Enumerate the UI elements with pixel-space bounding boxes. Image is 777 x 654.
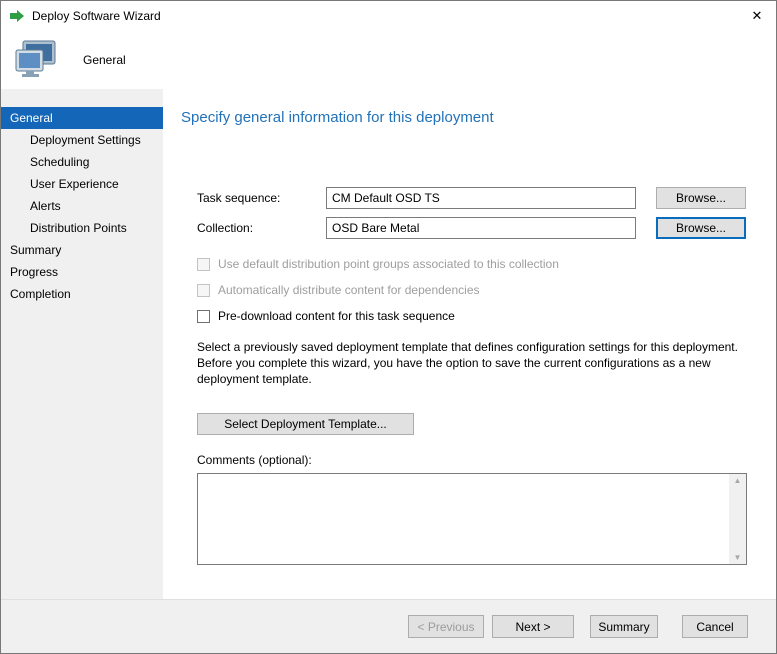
sidebar-item-completion[interactable]: Completion — [1, 283, 163, 305]
close-icon[interactable]: ✕ — [738, 1, 776, 31]
predownload-label: Pre-download content for this task seque… — [218, 309, 455, 323]
collection-row: Collection: Browse... — [197, 217, 746, 239]
sidebar-item-user-experience[interactable]: User Experience — [1, 173, 163, 195]
task-sequence-browse-button[interactable]: Browse... — [656, 187, 746, 209]
previous-button[interactable]: < Previous — [408, 615, 484, 638]
comments-box: ▲ ▼ — [197, 473, 747, 565]
summary-button[interactable]: Summary — [590, 615, 658, 638]
wizard-footer: < Previous Next > Summary Cancel — [1, 599, 776, 653]
sidebar-item-alerts[interactable]: Alerts — [1, 195, 163, 217]
predownload-checkbox[interactable] — [197, 309, 210, 323]
wizard-body: General Deployment Settings Scheduling U… — [1, 89, 776, 599]
scroll-down-icon[interactable]: ▼ — [734, 553, 742, 562]
sidebar-item-general[interactable]: General — [1, 107, 163, 129]
task-sequence-row: Task sequence: Browse... — [197, 187, 746, 209]
task-sequence-input[interactable] — [326, 187, 636, 209]
wizard-header: General — [1, 31, 776, 89]
wizard-sidebar: General Deployment Settings Scheduling U… — [1, 89, 163, 599]
wizard-content: Specify general information for this dep… — [163, 89, 776, 599]
sidebar-item-deployment-settings[interactable]: Deployment Settings — [1, 129, 163, 151]
collection-label: Collection: — [197, 221, 254, 235]
page-title: Specify general information for this dep… — [181, 109, 494, 126]
cancel-button[interactable]: Cancel — [682, 615, 748, 638]
computer-icon — [13, 39, 59, 81]
task-sequence-label: Task sequence: — [197, 191, 281, 205]
sidebar-item-summary[interactable]: Summary — [1, 239, 163, 261]
deployment-template-note: Select a previously saved deployment tem… — [197, 340, 738, 386]
comments-scrollbar[interactable]: ▲ ▼ — [729, 474, 746, 564]
auto-distribute-checkbox-row: Automatically distribute content for dep… — [197, 283, 746, 297]
next-button[interactable]: Next > — [492, 615, 574, 638]
default-dp-groups-checkbox-row: Use default distribution point groups as… — [197, 257, 746, 271]
collection-browse-button[interactable]: Browse... — [656, 217, 746, 239]
deploy-software-wizard-window: Deploy Software Wizard ✕ General General… — [0, 0, 777, 654]
comments-label: Comments (optional): — [197, 453, 312, 467]
select-deployment-template-button[interactable]: Select Deployment Template... — [197, 413, 414, 435]
sidebar-item-distribution-points[interactable]: Distribution Points — [1, 217, 163, 239]
titlebar: Deploy Software Wizard ✕ — [1, 1, 776, 31]
deploy-arrow-icon — [9, 8, 25, 24]
checkbox-group: Use default distribution point groups as… — [181, 257, 746, 323]
comments-input[interactable] — [198, 474, 729, 564]
header-page-label: General — [83, 53, 126, 67]
sidebar-item-progress[interactable]: Progress — [1, 261, 163, 283]
default-dp-groups-checkbox — [197, 257, 210, 271]
sidebar-item-scheduling[interactable]: Scheduling — [1, 151, 163, 173]
predownload-checkbox-row: Pre-download content for this task seque… — [197, 309, 746, 323]
window-title: Deploy Software Wizard — [32, 9, 161, 23]
scroll-up-icon[interactable]: ▲ — [734, 476, 742, 485]
auto-distribute-checkbox — [197, 283, 210, 297]
auto-distribute-label: Automatically distribute content for dep… — [218, 283, 480, 297]
collection-input[interactable] — [326, 217, 636, 239]
default-dp-groups-label: Use default distribution point groups as… — [218, 257, 559, 271]
